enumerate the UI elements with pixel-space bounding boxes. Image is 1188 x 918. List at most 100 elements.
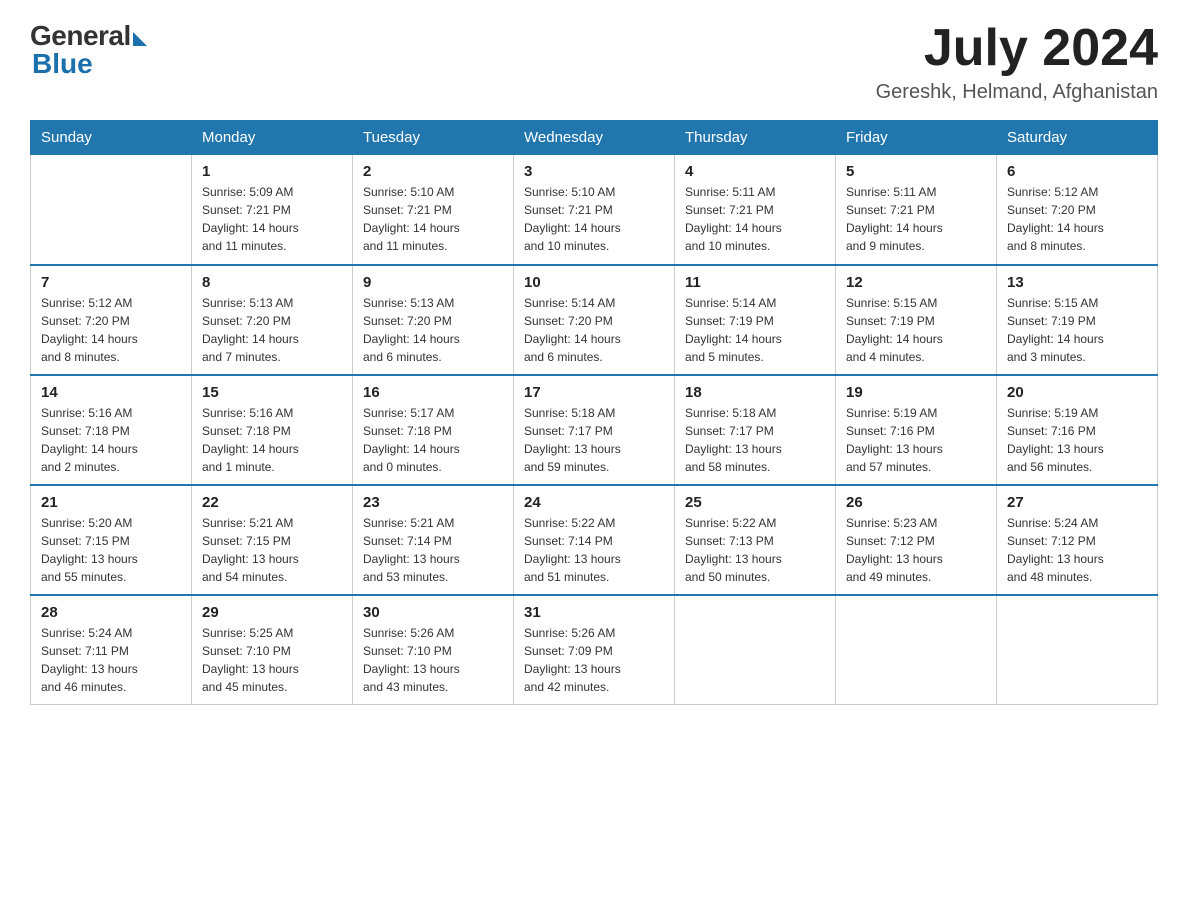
day-info: Sunrise: 5:09 AM Sunset: 7:21 PM Dayligh… (202, 183, 342, 255)
calendar-cell: 19 Sunrise: 5:19 AM Sunset: 7:16 PM Dayli… (836, 375, 997, 485)
day-info: Sunrise: 5:12 AM Sunset: 7:20 PM Dayligh… (41, 294, 181, 366)
column-header-wednesday: Wednesday (514, 121, 675, 155)
day-number: 27 (1007, 494, 1147, 511)
day-number: 30 (363, 604, 503, 621)
day-number: 6 (1007, 163, 1147, 180)
column-header-monday: Monday (192, 121, 353, 155)
day-info: Sunrise: 5:13 AM Sunset: 7:20 PM Dayligh… (363, 294, 503, 366)
day-number: 25 (685, 494, 825, 511)
calendar-week-row: 14 Sunrise: 5:16 AM Sunset: 7:18 PM Dayli… (31, 375, 1158, 485)
day-info: Sunrise: 5:15 AM Sunset: 7:19 PM Dayligh… (846, 294, 986, 366)
calendar-cell: 4 Sunrise: 5:11 AM Sunset: 7:21 PM Daylig… (675, 155, 836, 265)
calendar-cell: 9 Sunrise: 5:13 AM Sunset: 7:20 PM Daylig… (353, 265, 514, 375)
calendar-cell: 1 Sunrise: 5:09 AM Sunset: 7:21 PM Daylig… (192, 155, 353, 265)
day-number: 18 (685, 384, 825, 401)
day-info: Sunrise: 5:18 AM Sunset: 7:17 PM Dayligh… (685, 404, 825, 476)
day-number: 13 (1007, 274, 1147, 291)
day-info: Sunrise: 5:26 AM Sunset: 7:10 PM Dayligh… (363, 624, 503, 696)
calendar-header-row: SundayMondayTuesdayWednesdayThursdayFrid… (31, 121, 1158, 155)
day-info: Sunrise: 5:14 AM Sunset: 7:20 PM Dayligh… (524, 294, 664, 366)
day-info: Sunrise: 5:12 AM Sunset: 7:20 PM Dayligh… (1007, 183, 1147, 255)
calendar-cell: 28Sunrise: 5:24 AM Sunset: 7:11 PM Dayli… (31, 595, 192, 705)
calendar-cell: 20 Sunrise: 5:19 AM Sunset: 7:16 PM Dayli… (997, 375, 1158, 485)
day-info: Sunrise: 5:24 AM Sunset: 7:12 PM Dayligh… (1007, 514, 1147, 586)
day-info: Sunrise: 5:18 AM Sunset: 7:17 PM Dayligh… (524, 404, 664, 476)
day-number: 12 (846, 274, 986, 291)
page-header: General Blue July 2024 Gereshk, Helmand,… (30, 20, 1158, 104)
day-info: Sunrise: 5:25 AM Sunset: 7:10 PM Dayligh… (202, 624, 342, 696)
day-number: 17 (524, 384, 664, 401)
calendar-cell (836, 595, 997, 705)
day-info: Sunrise: 5:22 AM Sunset: 7:13 PM Dayligh… (685, 514, 825, 586)
day-number: 4 (685, 163, 825, 180)
day-number: 20 (1007, 384, 1147, 401)
calendar-cell: 12 Sunrise: 5:15 AM Sunset: 7:19 PM Dayli… (836, 265, 997, 375)
day-info: Sunrise: 5:26 AM Sunset: 7:09 PM Dayligh… (524, 624, 664, 696)
calendar-cell: 16 Sunrise: 5:17 AM Sunset: 7:18 PM Dayli… (353, 375, 514, 485)
day-number: 3 (524, 163, 664, 180)
day-number: 16 (363, 384, 503, 401)
calendar-cell: 5Sunrise: 5:11 AM Sunset: 7:21 PM Daylig… (836, 155, 997, 265)
calendar-cell: 15 Sunrise: 5:16 AM Sunset: 7:18 PM Dayli… (192, 375, 353, 485)
calendar-cell: 10 Sunrise: 5:14 AM Sunset: 7:20 PM Dayli… (514, 265, 675, 375)
day-number: 7 (41, 274, 181, 291)
calendar-cell: 17 Sunrise: 5:18 AM Sunset: 7:17 PM Dayli… (514, 375, 675, 485)
day-number: 1 (202, 163, 342, 180)
day-number: 21 (41, 494, 181, 511)
calendar-cell: 18 Sunrise: 5:18 AM Sunset: 7:17 PM Dayli… (675, 375, 836, 485)
calendar-cell: 14Sunrise: 5:16 AM Sunset: 7:18 PM Dayli… (31, 375, 192, 485)
column-header-saturday: Saturday (997, 121, 1158, 155)
day-number: 19 (846, 384, 986, 401)
calendar-week-row: 28Sunrise: 5:24 AM Sunset: 7:11 PM Dayli… (31, 595, 1158, 705)
day-number: 8 (202, 274, 342, 291)
calendar-cell: 26 Sunrise: 5:23 AM Sunset: 7:12 PM Dayli… (836, 485, 997, 595)
day-number: 29 (202, 604, 342, 621)
calendar-cell (675, 595, 836, 705)
calendar-cell: 25 Sunrise: 5:22 AM Sunset: 7:13 PM Dayli… (675, 485, 836, 595)
calendar-cell (31, 155, 192, 265)
calendar-cell: 11 Sunrise: 5:14 AM Sunset: 7:19 PM Dayli… (675, 265, 836, 375)
day-number: 22 (202, 494, 342, 511)
calendar-cell: 7 Sunrise: 5:12 AM Sunset: 7:20 PM Daylig… (31, 265, 192, 375)
calendar-cell: 6 Sunrise: 5:12 AM Sunset: 7:20 PM Daylig… (997, 155, 1158, 265)
column-header-thursday: Thursday (675, 121, 836, 155)
logo: General Blue (30, 20, 147, 80)
day-number: 14 (41, 384, 181, 401)
day-info: Sunrise: 5:19 AM Sunset: 7:16 PM Dayligh… (846, 404, 986, 476)
calendar-cell: 30 Sunrise: 5:26 AM Sunset: 7:10 PM Dayli… (353, 595, 514, 705)
month-year-title: July 2024 (876, 20, 1158, 77)
calendar-cell: 22 Sunrise: 5:21 AM Sunset: 7:15 PM Dayli… (192, 485, 353, 595)
day-number: 11 (685, 274, 825, 291)
day-number: 26 (846, 494, 986, 511)
day-info: Sunrise: 5:16 AM Sunset: 7:18 PM Dayligh… (202, 404, 342, 476)
day-info: Sunrise: 5:10 AM Sunset: 7:21 PM Dayligh… (524, 183, 664, 255)
column-header-friday: Friday (836, 121, 997, 155)
day-info: Sunrise: 5:17 AM Sunset: 7:18 PM Dayligh… (363, 404, 503, 476)
day-number: 24 (524, 494, 664, 511)
day-info: Sunrise: 5:21 AM Sunset: 7:15 PM Dayligh… (202, 514, 342, 586)
day-info: Sunrise: 5:23 AM Sunset: 7:12 PM Dayligh… (846, 514, 986, 586)
calendar-cell: 23 Sunrise: 5:21 AM Sunset: 7:14 PM Dayli… (353, 485, 514, 595)
day-number: 9 (363, 274, 503, 291)
day-info: Sunrise: 5:19 AM Sunset: 7:16 PM Dayligh… (1007, 404, 1147, 476)
column-header-tuesday: Tuesday (353, 121, 514, 155)
day-info: Sunrise: 5:11 AM Sunset: 7:21 PM Dayligh… (685, 183, 825, 255)
logo-arrow-icon (133, 32, 147, 46)
calendar-cell: 2Sunrise: 5:10 AM Sunset: 7:21 PM Daylig… (353, 155, 514, 265)
calendar-week-row: 21Sunrise: 5:20 AM Sunset: 7:15 PM Dayli… (31, 485, 1158, 595)
calendar-cell: 31Sunrise: 5:26 AM Sunset: 7:09 PM Dayli… (514, 595, 675, 705)
day-number: 10 (524, 274, 664, 291)
day-info: Sunrise: 5:21 AM Sunset: 7:14 PM Dayligh… (363, 514, 503, 586)
day-info: Sunrise: 5:14 AM Sunset: 7:19 PM Dayligh… (685, 294, 825, 366)
calendar-cell: 3 Sunrise: 5:10 AM Sunset: 7:21 PM Daylig… (514, 155, 675, 265)
day-info: Sunrise: 5:15 AM Sunset: 7:19 PM Dayligh… (1007, 294, 1147, 366)
calendar-table: SundayMondayTuesdayWednesdayThursdayFrid… (30, 120, 1158, 705)
day-number: 2 (363, 163, 503, 180)
calendar-cell: 13 Sunrise: 5:15 AM Sunset: 7:19 PM Dayli… (997, 265, 1158, 375)
logo-blue-text: Blue (30, 48, 93, 80)
day-number: 15 (202, 384, 342, 401)
calendar-cell: 27 Sunrise: 5:24 AM Sunset: 7:12 PM Dayli… (997, 485, 1158, 595)
day-number: 28 (41, 604, 181, 621)
day-number: 23 (363, 494, 503, 511)
day-info: Sunrise: 5:11 AM Sunset: 7:21 PM Dayligh… (846, 183, 986, 255)
